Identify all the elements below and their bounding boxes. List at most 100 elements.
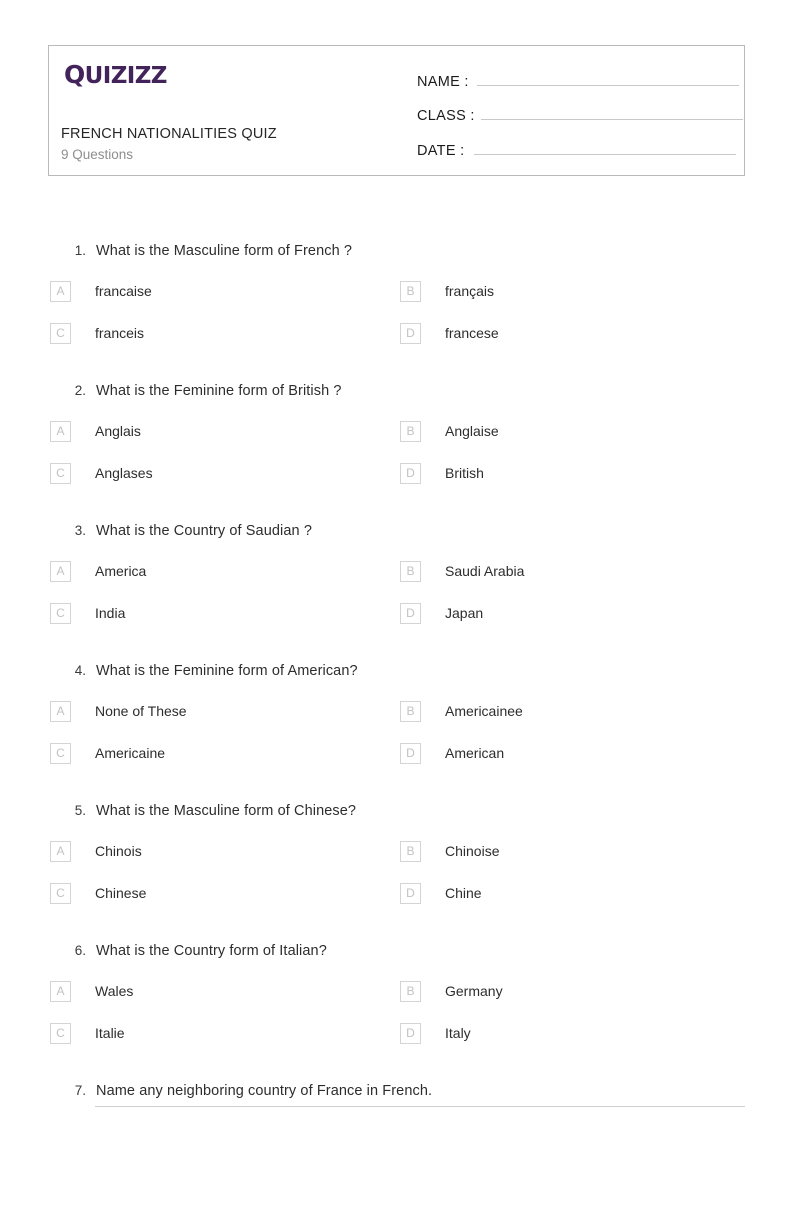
answer-option-letter: C — [50, 882, 71, 904]
answer-option-letter: B — [400, 420, 421, 442]
answer-option[interactable]: Cfranceis — [50, 322, 144, 344]
question-block: 7. Name any neighboring country of France… — [0, 1072, 794, 1212]
answer-option-letter: D — [400, 882, 421, 904]
quizizz-logo-initial: Q — [64, 60, 85, 89]
answer-option-label: Americaine — [95, 745, 166, 761]
answer-option-label: Chinese — [95, 885, 147, 901]
answer-option-letter: C — [50, 462, 71, 484]
answer-option-label: American — [445, 745, 505, 761]
question-block: 1. What is the Masculine form of French ?… — [0, 232, 794, 372]
answer-option[interactable]: D Italy — [400, 1022, 471, 1044]
answer-option[interactable]: D Chine — [400, 882, 482, 904]
worksheet-header-card: QUIZIZZ FRENCH NATIONALITIES QUIZ 9 Ques… — [48, 45, 745, 176]
answer-option-label: Wales — [95, 983, 134, 999]
quizizz-logo-text: UIZIZZ — [84, 63, 168, 89]
question-header: 3. What is the Country of Saudian ? — [0, 512, 794, 542]
quizizz-logo: QUIZIZZ — [64, 62, 167, 88]
answer-option[interactable]: B Saudi Arabia — [400, 560, 524, 582]
answer-option-letter: A — [50, 700, 71, 722]
answer-option[interactable]: A Anglais — [50, 420, 141, 442]
answer-option-letter: A — [50, 420, 71, 442]
date-field-row: DATE : — [417, 139, 737, 161]
short-answer-input[interactable] — [95, 1106, 745, 1107]
answer-option-letter: C — [50, 602, 71, 624]
question-header: 2. What is the Feminine form of British ? — [0, 372, 794, 402]
name-field-input[interactable] — [476, 70, 739, 86]
question-text: What is the Feminine form of American? — [96, 663, 358, 679]
answer-option[interactable]: C Chinese — [50, 882, 146, 904]
answer-option[interactable]: B Americainee — [400, 700, 523, 722]
answer-option-label: None of These — [95, 703, 187, 719]
answer-option-letter: C — [50, 322, 71, 344]
answer-option-label: India — [95, 605, 126, 621]
question-block: 5. What is the Masculine form of Chinese?… — [0, 792, 794, 932]
question-text: What is the Masculine form of Chinese? — [96, 803, 357, 819]
answer-option[interactable]: D American — [400, 742, 504, 764]
answer-option[interactable]: A America — [50, 560, 146, 582]
question-number: 3. — [74, 523, 86, 538]
answer-option[interactable]: D British — [400, 462, 484, 484]
answer-option-label: Chinois — [95, 843, 142, 859]
answer-option[interactable]: B Germany — [400, 980, 503, 1002]
question-header: 5. What is the Masculine form of Chinese? — [0, 792, 794, 822]
answer-option[interactable]: C Anglases — [50, 462, 153, 484]
answer-option-letter: D — [400, 742, 421, 764]
answer-option[interactable]: B Chinoise — [400, 840, 499, 862]
answer-option[interactable]: Dfrancese — [400, 322, 499, 344]
question-text: What is the Feminine form of British ? — [96, 383, 342, 399]
answer-option[interactable]: B Anglaise — [400, 420, 499, 442]
question-number: 5. — [74, 803, 86, 818]
class-field-input[interactable] — [480, 104, 743, 120]
answer-option-label: Saudi Arabia — [445, 563, 525, 579]
answer-option[interactable]: A Chinois — [50, 840, 142, 862]
answer-option[interactable]: Afrancaise — [50, 280, 152, 302]
question-number: 7. — [74, 1083, 86, 1098]
answer-option-label: francese — [445, 325, 499, 341]
question-block: 2. What is the Feminine form of British ?… — [0, 372, 794, 512]
question-text: Name any neighboring country of France i… — [96, 1083, 433, 1099]
answer-option-label: Anglaise — [445, 423, 499, 439]
question-header: 6. What is the Country form of Italian? — [0, 932, 794, 962]
answer-option-label: français — [445, 283, 495, 299]
answer-option-label: Anglais — [95, 423, 141, 439]
answer-option-label: Italy — [445, 1025, 471, 1041]
answer-option[interactable]: Bfrançais — [400, 280, 494, 302]
answer-option-label: franceis — [95, 325, 145, 341]
answer-option[interactable]: C Americaine — [50, 742, 165, 764]
answer-option[interactable]: C India — [50, 602, 125, 624]
answer-option[interactable]: C Italie — [50, 1022, 125, 1044]
answer-option-label: Americainee — [445, 703, 523, 719]
question-text: What is the Masculine form of French ? — [96, 243, 353, 259]
answer-option-letter: D — [400, 462, 421, 484]
answer-option-letter: C — [50, 742, 71, 764]
question-text: What is the Country of Saudian ? — [96, 523, 312, 539]
answer-option-letter: B — [400, 840, 421, 862]
questions-list: 1. What is the Masculine form of French ?… — [0, 232, 794, 1212]
answer-option-label: Germany — [445, 983, 503, 999]
name-field-row: NAME : — [417, 70, 739, 92]
name-field-label: NAME : — [417, 74, 469, 90]
class-field-row: CLASS : — [417, 104, 743, 126]
date-field-label: DATE : — [417, 143, 465, 159]
quiz-question-count: 9 Questions — [61, 147, 134, 162]
answer-option-letter: C — [50, 1022, 71, 1044]
question-header: 4. What is the Feminine form of American? — [0, 652, 794, 682]
worksheet-page: QUIZIZZ FRENCH NATIONALITIES QUIZ 9 Ques… — [0, 0, 794, 1123]
answer-option-letter: D — [400, 602, 421, 624]
answer-option-letter: D — [400, 322, 421, 344]
date-field-input[interactable] — [474, 139, 737, 155]
answer-option[interactable]: A None of These — [50, 700, 187, 722]
answer-option-letter: B — [400, 700, 421, 722]
answer-option-label: Chine — [445, 885, 482, 901]
question-number: 2. — [74, 383, 86, 398]
question-header: 7. Name any neighboring country of France… — [0, 1072, 794, 1102]
question-number: 4. — [74, 663, 86, 678]
answer-option[interactable]: D Japan — [400, 602, 483, 624]
answer-option-label: francaise — [95, 283, 152, 299]
answer-option-label: America — [95, 563, 147, 579]
answer-option-letter: A — [50, 980, 71, 1002]
answer-option-label: Italie — [95, 1025, 125, 1041]
question-block: 3. What is the Country of Saudian ? A Ameri… — [0, 512, 794, 652]
answer-option[interactable]: A Wales — [50, 980, 133, 1002]
answer-option-letter: B — [400, 560, 421, 582]
